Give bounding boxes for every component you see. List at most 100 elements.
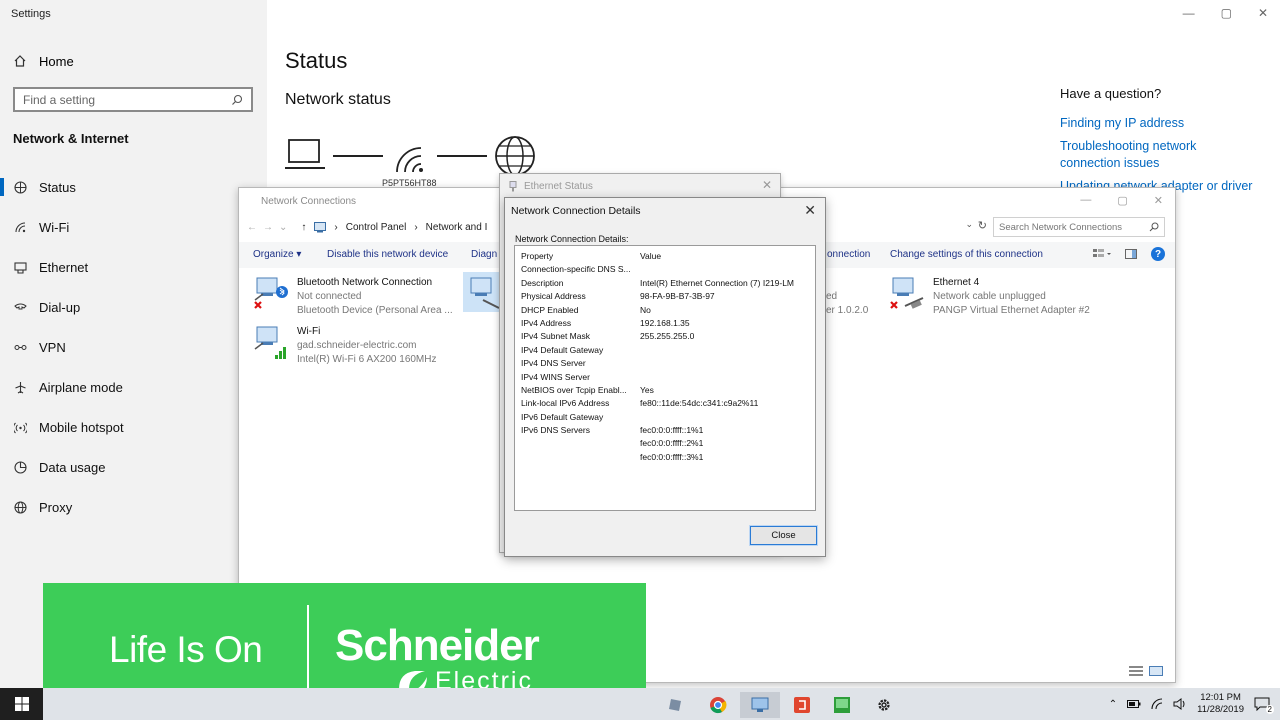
details-row-value bbox=[640, 411, 815, 424]
details-row[interactable]: Description Intel(R) Ethernet Connection … bbox=[521, 277, 815, 290]
adapter-device: PANGP Virtual Ethernet Adapter #2 bbox=[933, 305, 1090, 316]
app-red-icon bbox=[793, 696, 811, 714]
view-mode-icons bbox=[1129, 666, 1163, 676]
hotspot-icon bbox=[13, 420, 27, 434]
taskbar-app-chrome[interactable] bbox=[698, 692, 738, 718]
taskbar-app-settings[interactable] bbox=[864, 692, 904, 718]
nav-item-dial-up[interactable]: Dial-up bbox=[0, 296, 267, 318]
taskbar-app-green[interactable] bbox=[822, 692, 862, 718]
brand-name-line1: Schneider bbox=[335, 621, 540, 670]
wifi-adapter-icon bbox=[253, 325, 287, 361]
details-row[interactable]: IPv4 DNS Server bbox=[521, 357, 815, 370]
tiles-view-icon[interactable] bbox=[1149, 666, 1163, 676]
details-row[interactable]: Connection-specific DNS S... bbox=[521, 263, 815, 276]
help-icon[interactable]: ? bbox=[1151, 247, 1165, 261]
close-icon[interactable]: ✕ bbox=[762, 178, 772, 192]
battery-icon[interactable] bbox=[1127, 700, 1141, 708]
adapter-ethernet-4[interactable]: Ethernet 4 Network cable unplugged PANGP… bbox=[889, 276, 1090, 318]
network-tray-icon[interactable] bbox=[1151, 698, 1163, 710]
address-bar[interactable]: ←→⌄ ↑ › Control Panel › Network and I bbox=[247, 217, 487, 237]
details-row-property: IPv6 DNS Servers bbox=[521, 425, 590, 436]
nav-item-wifi[interactable]: Wi-Fi bbox=[0, 216, 267, 238]
adapter-device: Bluetooth Device (Personal Area ... bbox=[297, 305, 453, 316]
search-network-connections-input[interactable]: Search Network Connections bbox=[993, 217, 1165, 237]
breadcrumb-separator-icon: › bbox=[334, 221, 338, 233]
taskbar-app-network-connections[interactable] bbox=[740, 692, 780, 718]
close-icon[interactable]: ✕ bbox=[1154, 194, 1163, 207]
details-row-value bbox=[640, 263, 815, 276]
ethernet-adapter-icon bbox=[463, 272, 503, 312]
details-list[interactable]: Property Value Connection-specific DNS S… bbox=[514, 245, 816, 511]
volume-icon[interactable] bbox=[1173, 698, 1187, 710]
preview-pane-icon[interactable] bbox=[1125, 249, 1137, 259]
nav-item-ethernet[interactable]: Ethernet bbox=[0, 256, 267, 278]
details-row[interactable]: Link-local IPv6 Address fe80::11de:54dc:c… bbox=[521, 397, 815, 410]
laptop-icon bbox=[285, 139, 325, 169]
nav-item-airplane-mode[interactable]: Airplane mode bbox=[0, 376, 267, 398]
notifications-icon[interactable]: 2 bbox=[1254, 697, 1274, 714]
details-row[interactable]: IPv4 Default Gateway bbox=[521, 344, 815, 357]
help-link-troubleshooting[interactable]: Troubleshooting network connection issue… bbox=[1060, 138, 1260, 172]
column-header-property[interactable]: Property bbox=[521, 250, 640, 263]
start-button[interactable] bbox=[0, 688, 43, 720]
details-row[interactable]: Physical Address 98-FA-9B-B7-3B-97 bbox=[521, 290, 815, 303]
maximize-icon[interactable]: ▢ bbox=[1221, 6, 1232, 20]
adapter-ethernet-selected[interactable] bbox=[463, 272, 503, 312]
breadcrumb-control-panel[interactable]: Control Panel bbox=[346, 222, 407, 233]
details-row-property: IPv4 Default Gateway bbox=[521, 344, 604, 355]
details-row[interactable]: IPv6 DNS Servers fec0:0:0:ffff::1%1 bbox=[521, 424, 815, 437]
details-row[interactable]: IPv4 Address 192.168.1.35 bbox=[521, 317, 815, 330]
details-row-value: fec0:0:0:ffff::3%1 bbox=[640, 451, 704, 462]
details-row-value: fec0:0:0:ffff::2%1 bbox=[640, 438, 704, 449]
details-row[interactable]: IPv4 WINS Server bbox=[521, 371, 815, 384]
close-icon[interactable]: ✕ bbox=[1258, 6, 1268, 20]
taskbar-app-red[interactable] bbox=[782, 692, 822, 718]
details-view-icon[interactable] bbox=[1129, 666, 1143, 676]
change-view-icon[interactable] bbox=[1093, 249, 1111, 259]
change-settings-button[interactable]: Change settings of this connection bbox=[890, 249, 1043, 260]
help-link-find-ip[interactable]: Finding my IP address bbox=[1060, 115, 1260, 132]
nav-arrows-icon[interactable]: ←→⌄ bbox=[247, 222, 293, 233]
breadcrumb-network[interactable]: Network and I bbox=[426, 222, 488, 233]
details-row-value: 98-FA-9B-B7-3B-97 bbox=[640, 291, 715, 302]
details-row[interactable]: fec0:0:0:ffff::2%1 bbox=[521, 437, 815, 450]
close-button[interactable]: Close bbox=[749, 525, 818, 546]
maximize-icon[interactable]: ▢ bbox=[1117, 194, 1127, 207]
up-arrow-icon[interactable]: ↑ bbox=[301, 222, 306, 233]
column-header-value[interactable]: Value bbox=[640, 250, 815, 263]
connection-button[interactable]: onnection bbox=[827, 249, 870, 260]
details-dialog-title: Network Connection Details bbox=[511, 205, 641, 217]
adapter-wifi[interactable]: Wi-Fi gad.schneider-electric.com Intel(R… bbox=[253, 325, 437, 367]
taskbar-app-notes[interactable] bbox=[656, 692, 696, 718]
clock[interactable]: 12:01 PM 11/28/2019 bbox=[1197, 692, 1244, 716]
details-row-property: Connection-specific DNS S... bbox=[521, 264, 631, 275]
details-row[interactable]: NetBIOS over Tcpip Enabl... Yes bbox=[521, 384, 815, 397]
disable-device-button[interactable]: Disable this network device bbox=[327, 249, 448, 260]
nav-item-data-usage[interactable]: Data usage bbox=[0, 456, 267, 478]
refresh-icon[interactable]: ↻ bbox=[978, 219, 987, 232]
show-hidden-icons-icon[interactable]: ⌃ bbox=[1109, 699, 1117, 710]
address-dropdown-icon[interactable]: ⌄ bbox=[965, 219, 973, 230]
nav-item-mobile-hotspot[interactable]: Mobile hotspot bbox=[0, 416, 267, 438]
control-panel-icon bbox=[314, 221, 327, 233]
adapter-bluetooth[interactable]: Bluetooth Network Connection Not connect… bbox=[253, 276, 453, 318]
find-setting-input[interactable]: Find a setting bbox=[13, 87, 253, 112]
minimize-icon[interactable]: — bbox=[1183, 6, 1195, 20]
details-row[interactable]: IPv4 Subnet Mask 255.255.255.0 bbox=[521, 330, 815, 343]
details-row-property: Description bbox=[521, 277, 564, 288]
diagnose-button[interactable]: Diagn bbox=[471, 249, 497, 260]
details-row[interactable]: IPv6 Default Gateway bbox=[521, 411, 815, 424]
home-nav-item[interactable]: Home bbox=[13, 52, 74, 70]
details-row[interactable]: fec0:0:0:ffff::3%1 bbox=[521, 451, 815, 464]
vpn-icon bbox=[13, 340, 27, 354]
minimize-icon[interactable]: — bbox=[1080, 194, 1091, 207]
details-row[interactable]: DHCP Enabled No bbox=[521, 304, 815, 317]
hidden-adapter-device: er 1.0.2.0 bbox=[826, 305, 869, 316]
adapter-name: Bluetooth Network Connection bbox=[297, 277, 433, 288]
nav-item-status[interactable]: Status bbox=[0, 176, 267, 198]
gear-icon bbox=[876, 697, 892, 713]
nav-item-proxy[interactable]: Proxy bbox=[0, 496, 267, 518]
nav-item-vpn[interactable]: VPN bbox=[0, 336, 267, 358]
close-icon[interactable]: ✕ bbox=[804, 202, 816, 219]
organize-button[interactable]: Organize ▾ bbox=[253, 249, 301, 260]
